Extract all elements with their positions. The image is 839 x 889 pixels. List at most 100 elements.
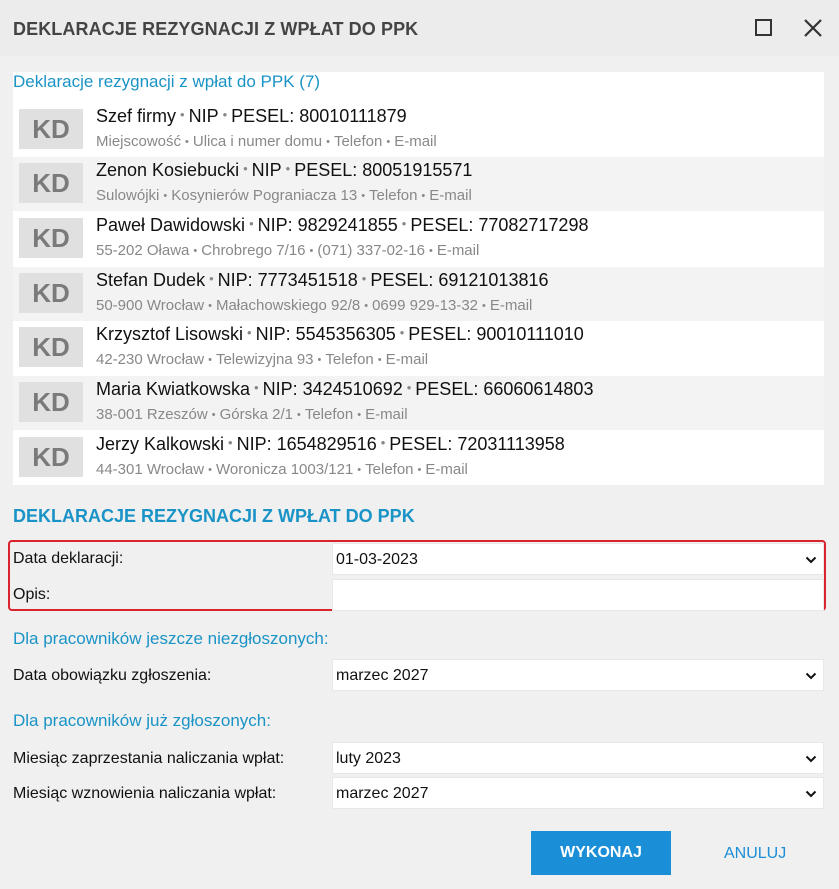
employee-sub-line: Miejscowość • Ulica i numer domu • Telefon • E… [96, 133, 437, 150]
employee-pesel: PESEL: 80051915571 [294, 160, 473, 180]
employee-sub-line: 50-900 Wrocław • Małachowskiego 92/8 • 0699 … [96, 297, 533, 314]
employee-nip: NIP [251, 160, 282, 180]
cancel-button[interactable]: ANULUJ [724, 845, 786, 863]
employee-main-line: Paweł Dawidowski • NIP: 9829241855 • PESEL: … [96, 215, 589, 235]
employee-email: E-mail [429, 187, 472, 204]
chevron-down-icon [805, 556, 817, 564]
list-item[interactable]: KD Krzysztof Lisowski • NIP: 5545356305 • PE… [13, 321, 824, 375]
maximize-button[interactable] [750, 14, 778, 42]
employee-nip: NIP: 9829241855 [257, 215, 398, 235]
employee-email: E-mail [385, 351, 429, 368]
declaration-badge: KD [19, 163, 83, 203]
declaration-date-value: 01-03-2023 [336, 551, 418, 568]
employee-street: Woronicza 1003/121 [215, 461, 354, 478]
employee-nip: NIP: 5545356305 [255, 324, 396, 344]
employee-sub-line: 38-001 Rzeszów • Górska 2/1 • Telefon • E-mail [96, 406, 408, 423]
employee-email: E-mail [436, 242, 480, 259]
declaration-date-select[interactable]: 01-03-2023 [332, 543, 824, 575]
chevron-down-icon [805, 790, 817, 798]
employee-sub-line: 55-202 Oława • Chrobrego 7/16 • (071) 337-02… [96, 242, 480, 259]
registered-employees-title: Dla pracowników już zgłoszonych: [13, 711, 271, 730]
unregistered-employees-title: Dla pracowników jeszcze niezgłoszonych: [13, 629, 329, 648]
employee-phone: Telefon [304, 406, 354, 423]
employee-sub-line: Sulowójki • Kosynierów Pograniacza 13 • Tele… [96, 187, 472, 204]
list-item[interactable]: KD Maria Kwiatkowska • NIP: 3424510692 • PES… [13, 376, 824, 430]
employee-pesel: PESEL: 66060614803 [415, 379, 594, 399]
employee-phone: Telefon [369, 187, 418, 204]
form-section-title: DEKLARACJE REZYGNACJI Z WPŁAT DO PPK [13, 506, 415, 526]
execute-button[interactable]: WYKONAJ [531, 831, 671, 875]
employee-main-line: Maria Kwiatkowska • NIP: 3424510692 • PESEL:… [96, 379, 594, 399]
registration-deadline-value: marzec 2027 [336, 667, 429, 684]
employee-pesel: PESEL: 90010111010 [408, 324, 584, 344]
declaration-badge: KD [19, 327, 83, 367]
employee-name: Zenon Kosiebucki [96, 160, 240, 180]
employee-main-line: Krzysztof Lisowski • NIP: 5545356305 • PESEL… [96, 324, 584, 344]
chevron-down-icon [805, 755, 817, 763]
employee-pesel: PESEL: 72031113958 [389, 434, 565, 454]
declaration-badge: KD [19, 109, 83, 149]
employee-pesel: PESEL: 80010111879 [231, 106, 407, 126]
employee-street: Małachowskiego 92/8 [215, 297, 361, 314]
chevron-down-icon [805, 672, 817, 680]
registration-deadline-label: Data obowiązku zgłoszenia: [13, 667, 212, 684]
employee-street: Chrobrego 7/16 [201, 242, 306, 259]
employee-main-line: Szef firmy • NIP • PESEL: 80010111879 [96, 106, 407, 126]
employee-email: E-mail [425, 461, 468, 478]
declaration-badge: KD [19, 273, 83, 313]
employee-sub-line: 44-301 Wrocław • Woronicza 1003/121 • Telefo… [96, 461, 468, 478]
stop-month-value: luty 2023 [336, 750, 401, 767]
employee-email: E-mail [394, 133, 437, 150]
employee-city: Sulowójki [96, 187, 160, 204]
stop-month-label: Miesiąc zaprzestania naliczania wpłat: [13, 750, 285, 767]
employee-street: Kosynierów Pograniacza 13 [171, 187, 358, 204]
employee-email: E-mail [489, 297, 533, 314]
list-item[interactable]: KD Zenon Kosiebucki • NIP • PESEL: 800519155… [13, 157, 824, 211]
resume-month-select[interactable]: marzec 2027 [332, 777, 824, 809]
employee-name: Paweł Dawidowski [96, 215, 246, 235]
employee-sub-line: 42-230 Wrocław • Telewizyjna 93 • Telefon • E-… [96, 351, 429, 368]
employee-name: Szef firmy [96, 106, 177, 126]
stop-month-select[interactable]: luty 2023 [332, 742, 824, 774]
declaration-badge: KD [19, 382, 83, 422]
employee-city: 55-202 Oława [96, 242, 190, 259]
employee-street: Górska 2/1 [219, 406, 293, 423]
employee-name: Stefan Dudek [96, 270, 206, 290]
description-label: Opis: [13, 586, 51, 603]
employee-nip: NIP: 7773451518 [217, 270, 358, 290]
employee-nip: NIP [188, 106, 219, 126]
employee-phone: Telefon [333, 133, 383, 150]
declaration-badge: KD [19, 437, 83, 477]
employee-phone: 0699 929-13-32 [372, 297, 479, 314]
registration-deadline-select[interactable]: marzec 2027 [332, 659, 824, 691]
employee-phone: (071) 337-02-16 [317, 242, 425, 259]
employee-city: 50-900 Wrocław [96, 297, 205, 314]
employee-name: Maria Kwiatkowska [96, 379, 251, 399]
declaration-date-label: Data deklaracji: [13, 550, 124, 567]
window-title: DEKLARACJE REZYGNACJI Z WPŁAT DO PPK [13, 19, 419, 39]
employee-phone: Telefon [365, 461, 414, 478]
employee-nip: NIP: 3424510692 [262, 379, 403, 399]
employee-street: Ulica i numer domu [192, 133, 323, 150]
list-item[interactable]: KD Paweł Dawidowski • NIP: 9829241855 • PESE… [13, 212, 824, 266]
resume-month-label: Miesiąc wznowienia naliczania wpłat: [13, 785, 277, 802]
list-item[interactable]: KD Jerzy Kalkowski • NIP: 1654829516 • PESEL… [13, 431, 824, 485]
employee-name: Jerzy Kalkowski [96, 434, 225, 454]
close-icon [804, 19, 822, 37]
employee-name: Krzysztof Lisowski [96, 324, 244, 344]
list-item[interactable]: KD Stefan Dudek • NIP: 7773451518 • PESEL: 6… [13, 267, 824, 321]
description-input[interactable] [332, 579, 824, 611]
employee-main-line: Jerzy Kalkowski • NIP: 1654829516 • PESEL: 7… [96, 434, 565, 454]
title-bar: DEKLARACJE REZYGNACJI Z WPŁAT DO PPK [0, 0, 839, 56]
employee-pesel: PESEL: 77082717298 [410, 215, 589, 235]
employee-city: 42-230 Wrocław [96, 351, 205, 368]
employee-city: 44-301 Wrocław [96, 461, 205, 478]
employee-street: Telewizyjna 93 [215, 351, 314, 368]
maximize-icon [755, 19, 772, 36]
list-item[interactable]: KD Szef firmy • NIP • PESEL: 80010111879 Mie… [13, 103, 824, 157]
declaration-badge: KD [19, 218, 83, 258]
employee-email: E-mail [365, 406, 408, 423]
employee-city: 38-001 Rzeszów [96, 406, 208, 423]
close-button[interactable] [799, 14, 827, 42]
declarations-list: KD Szef firmy • NIP • PESEL: 80010111879 Mie… [13, 103, 824, 485]
